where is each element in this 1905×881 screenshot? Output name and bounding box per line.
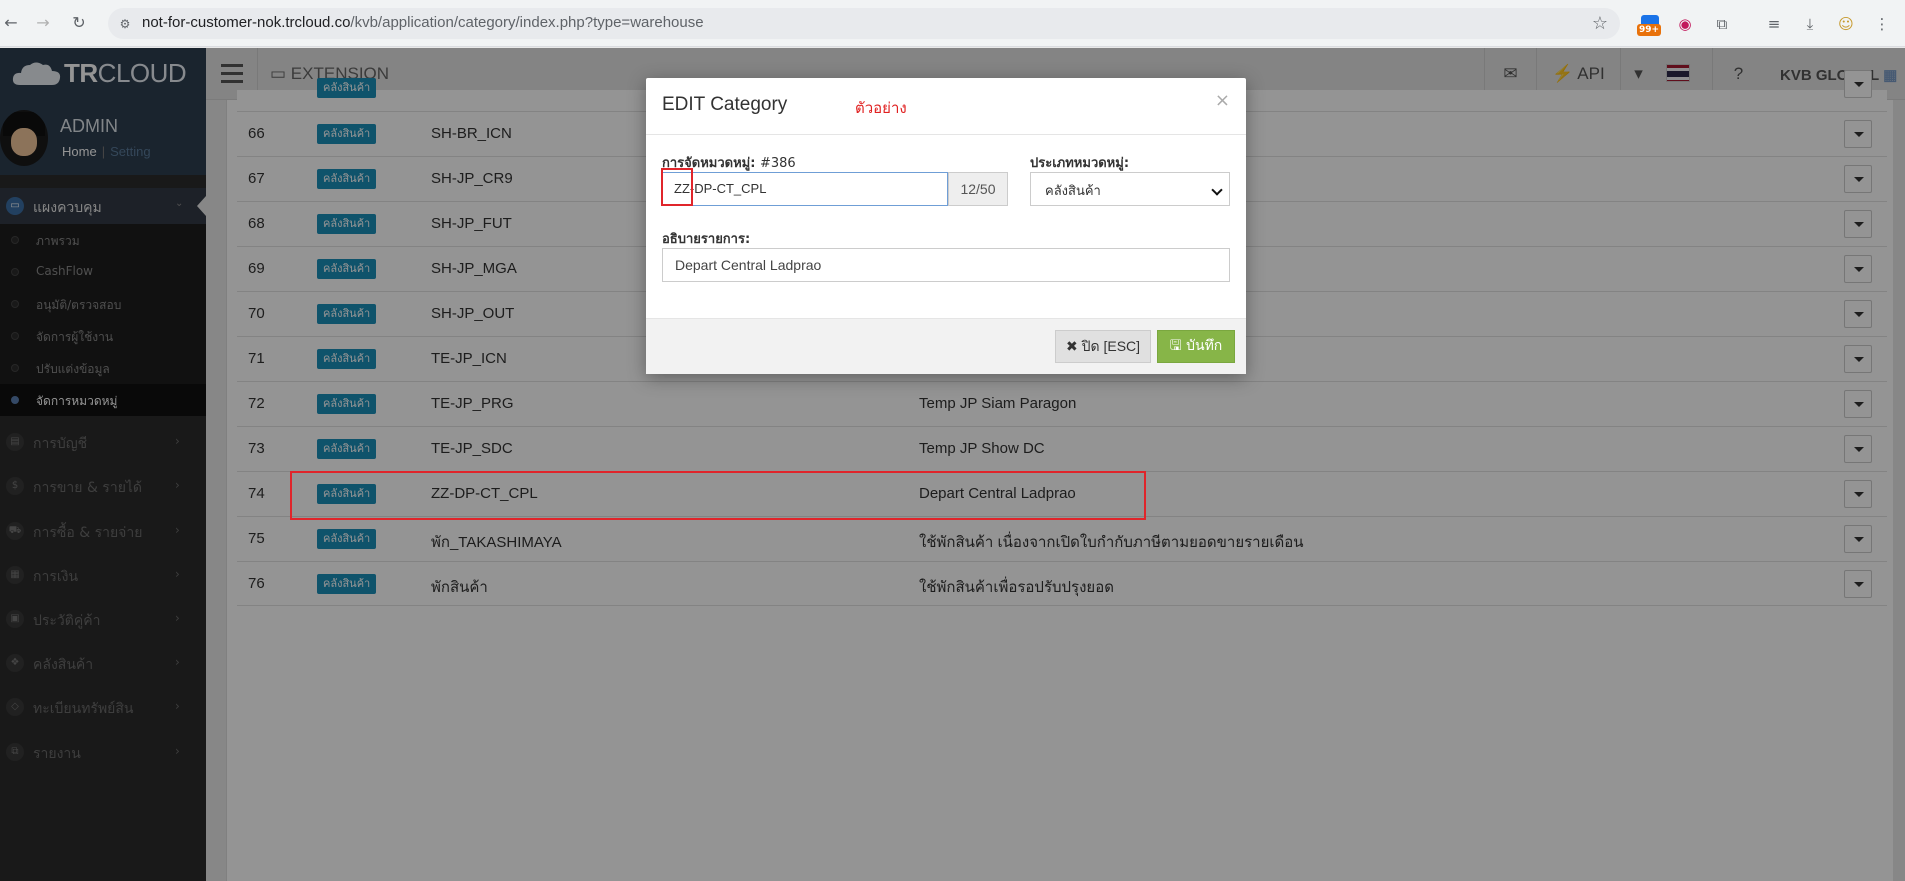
category-type-select[interactable]: คลังสินค้า bbox=[1030, 172, 1230, 206]
address-bar[interactable]: ⚙ not-for-customer-nok.trcloud.co/kvb/ap… bbox=[108, 8, 1620, 39]
reload-icon[interactable]: ↻ bbox=[68, 12, 90, 34]
menu-kebab-icon[interactable]: ⋮ bbox=[1870, 12, 1894, 36]
annotation-highlight-row bbox=[290, 471, 1146, 520]
close-button[interactable]: ✖ ปิด [ESC] bbox=[1055, 330, 1151, 363]
close-icon[interactable]: × bbox=[1215, 90, 1230, 111]
floppy-icon: 🖫 bbox=[1169, 338, 1182, 354]
back-icon[interactable]: ← bbox=[0, 12, 22, 34]
extension-badge-icon[interactable]: 99+ bbox=[1637, 13, 1663, 37]
times-icon: ✖ bbox=[1065, 338, 1078, 354]
forward-icon[interactable]: → bbox=[32, 12, 54, 34]
annotation-highlight-prefix bbox=[661, 168, 693, 206]
url-text: not-for-customer-nok.trcloud.co/kvb/appl… bbox=[142, 14, 704, 31]
browser-toolbar: ← → ↻ ⚙ not-for-customer-nok.trcloud.co/… bbox=[0, 0, 1905, 47]
modal-title: EDIT Category bbox=[662, 94, 788, 115]
profile-avatar-icon[interactable]: ☺ bbox=[1834, 12, 1858, 36]
color-extension-icon[interactable]: ◉ bbox=[1673, 12, 1697, 36]
modal-footer: ✖ ปิด [ESC] 🖫 บันทึก bbox=[646, 318, 1246, 374]
bookmark-star-icon[interactable]: ☆ bbox=[1592, 13, 1608, 34]
media-queue-icon[interactable]: ≡ bbox=[1762, 12, 1786, 36]
notification-count: 99+ bbox=[1637, 24, 1662, 36]
type-label: ประเภทหมวดหมู่: bbox=[1030, 156, 1130, 171]
edit-category-modal: EDIT Category ตัวอย่าง × การจัดหมวดหมู่:… bbox=[646, 78, 1246, 374]
category-code-input[interactable]: ZZ-DP-CT_CPL bbox=[662, 172, 948, 206]
puzzle-extension-icon[interactable]: ⧉ bbox=[1710, 12, 1734, 36]
site-info-icon[interactable]: ⚙ bbox=[116, 15, 134, 33]
description-label: อธิบายรายการ: bbox=[662, 232, 751, 247]
example-annotation: ตัวอย่าง bbox=[855, 99, 907, 117]
download-icon[interactable]: ⤓ bbox=[1798, 12, 1822, 36]
char-counter: 12/50 bbox=[948, 172, 1008, 206]
description-input[interactable]: Depart Central Ladprao bbox=[662, 248, 1230, 282]
save-button[interactable]: 🖫 บันทึก bbox=[1157, 330, 1235, 363]
